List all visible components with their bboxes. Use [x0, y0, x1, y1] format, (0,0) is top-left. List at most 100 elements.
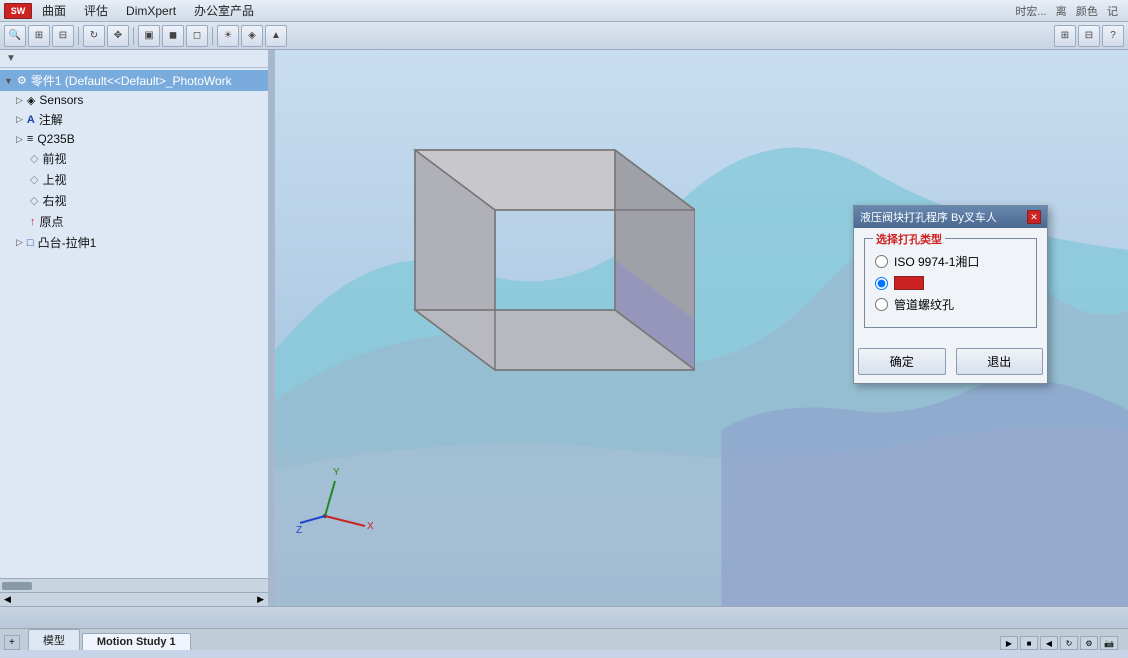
dialog-body: 选择打孔类型 ISO 9974-1湘口 管道螺纹孔 [854, 228, 1047, 348]
radio-input-3[interactable] [875, 298, 888, 311]
boss-icon: □ [27, 237, 34, 249]
front-label: 前视 [42, 150, 66, 167]
sidebar-nav-row: ◀ ▶ [0, 592, 268, 606]
filter-icon: ▼ [6, 53, 16, 64]
tab-motion1[interactable]: Motion Study 1 [82, 633, 191, 650]
expand-boss[interactable]: ▷ [16, 237, 23, 248]
appearance-btn[interactable]: ◈ [241, 25, 263, 47]
origin-icon: ↑ [30, 216, 36, 228]
viewport[interactable]: X Y Z 液压阀块打孔程序 By叉车人 ✕ 选择打孔类型 [275, 50, 1128, 606]
radio-label-1: ISO 9974-1湘口 [894, 253, 979, 270]
collapse-btn[interactable]: ⊟ [1078, 25, 1100, 47]
tree-item-origin[interactable]: ↑ 原点 [0, 211, 268, 232]
light-btn[interactable]: ☀ [217, 25, 239, 47]
tree-item-right[interactable]: ◇ 右视 [0, 190, 268, 211]
hscroll-thumb[interactable] [2, 582, 32, 590]
material-icon: ≡ [27, 133, 33, 145]
radio-label-3: 管道螺纹孔 [894, 296, 954, 313]
main-area: ▼ ▼ ⚙ 零件1 (Default<<Default>_PhotoWork ▷… [0, 50, 1128, 606]
sidebar-filter: ▼ [0, 50, 268, 68]
annotations-icon: A [27, 114, 35, 126]
loop-btn[interactable]: ↻ [1060, 636, 1078, 650]
settings-btn[interactable]: ⚙ [1080, 636, 1098, 650]
expand-btn[interactable]: ⊞ [1054, 25, 1076, 47]
radio-input-1[interactable] [875, 255, 888, 268]
sidebar-scroll-left[interactable]: ◀ [4, 594, 11, 605]
dialog-buttons: 确定 退出 [854, 348, 1047, 383]
sep3 [212, 27, 213, 45]
tree-item-part1[interactable]: ▼ ⚙ 零件1 (Default<<Default>_PhotoWork [0, 70, 268, 91]
svg-text:Y: Y [333, 467, 340, 478]
svg-text:X: X [367, 521, 374, 532]
sidebar: ▼ ▼ ⚙ 零件1 (Default<<Default>_PhotoWork ▷… [0, 50, 270, 606]
svg-text:Z: Z [296, 525, 302, 536]
render-btn[interactable]: ▲ [265, 25, 287, 47]
origin-label: 原点 [40, 213, 64, 230]
stop-btn[interactable]: ■ [1020, 636, 1038, 650]
menu-bar: SW 曲面 评估 DimXpert 办公室产品 时宏... 离 颜色 记 [0, 0, 1128, 22]
play-btn[interactable]: ▶ [1000, 636, 1018, 650]
tree-item-front[interactable]: ◇ 前视 [0, 148, 268, 169]
pan-btn[interactable]: ✥ [107, 25, 129, 47]
expand-material[interactable]: ▷ [16, 134, 23, 145]
expand-sensors[interactable]: ▷ [16, 95, 23, 106]
dialog-group-title: 选择打孔类型 [873, 231, 945, 247]
tree-item-boss[interactable]: ▷ □ 凸台-拉伸1 [0, 232, 268, 253]
viewport-bg: X Y Z 液压阀块打孔程序 By叉车人 ✕ 选择打孔类型 [275, 50, 1128, 606]
section-btn[interactable]: ▣ [138, 25, 160, 47]
top-label: 上视 [42, 171, 66, 188]
radio-option-2[interactable] [875, 276, 1026, 290]
confirm-button[interactable]: 确定 [858, 348, 946, 375]
sensors-label: Sensors [39, 93, 83, 107]
3d-box [335, 90, 695, 400]
material-label: Q235B [37, 132, 74, 146]
selected-indicator [894, 276, 924, 290]
tab-model[interactable]: 模型 [28, 629, 80, 650]
tree-item-material[interactable]: ▷ ≡ Q235B [0, 130, 268, 148]
sidebar-hscroll[interactable] [0, 578, 268, 592]
dialog-options-group: 选择打孔类型 ISO 9974-1湘口 管道螺纹孔 [864, 238, 1037, 328]
bottom-tab-controls: + [4, 635, 28, 650]
sep2 [133, 27, 134, 45]
radio-option-1[interactable]: ISO 9974-1湘口 [875, 253, 1026, 270]
rotate-btn[interactable]: ↻ [83, 25, 105, 47]
sidebar-scroll-right[interactable]: ▶ [257, 594, 264, 605]
playback-controls: ▶ ■ ◀ ↻ ⚙ 📷 [994, 636, 1124, 650]
menu-evaluate[interactable]: 评估 [76, 0, 116, 21]
dialog-titlebar: 液压阀块打孔程序 By叉车人 ✕ [854, 206, 1047, 228]
sidebar-tree: ▼ ⚙ 零件1 (Default<<Default>_PhotoWork ▷ ◈… [0, 68, 268, 255]
bottom-add-btn[interactable]: + [4, 635, 20, 650]
display-btn[interactable]: ◼ [162, 25, 184, 47]
status-bar [0, 606, 1128, 628]
camera-btn[interactable]: 📷 [1100, 636, 1118, 650]
boss-label: 凸台-拉伸1 [38, 234, 97, 251]
dialog: 液压阀块打孔程序 By叉车人 ✕ 选择打孔类型 ISO 9974-1湘口 [853, 205, 1048, 384]
right-icon: ◇ [30, 194, 38, 207]
right-label: 右视 [42, 192, 66, 209]
rewind-btn[interactable]: ◀ [1040, 636, 1058, 650]
dialog-close-button[interactable]: ✕ [1027, 210, 1041, 224]
toolbar: 🔍 ⊞ ⊟ ↻ ✥ ▣ ◼ ◻ ☀ ◈ ▲ ⊞ ⊟ ? [0, 22, 1128, 50]
radio-input-2[interactable] [875, 277, 888, 290]
zoom-box-btn[interactable]: ⊟ [52, 25, 74, 47]
bottom-tabs: + 模型 Motion Study 1 ▶ ■ ◀ ↻ ⚙ 📷 [0, 628, 1128, 650]
display2-btn[interactable]: ◻ [186, 25, 208, 47]
menu-surface[interactable]: 曲面 [34, 0, 74, 21]
radio-option-3[interactable]: 管道螺纹孔 [875, 296, 1026, 313]
tree-item-annotations[interactable]: ▷ A 注解 [0, 109, 268, 130]
menu-dimxpert[interactable]: DimXpert [118, 2, 184, 20]
cancel-button[interactable]: 退出 [956, 348, 1044, 375]
help-btn[interactable]: ? [1102, 25, 1124, 47]
expand-annotations[interactable]: ▷ [16, 114, 23, 125]
menu-office[interactable]: 办公室产品 [186, 0, 262, 21]
dialog-title: 液压阀块打孔程序 By叉车人 [860, 209, 997, 225]
tree-item-sensors[interactable]: ▷ ◈ Sensors [0, 91, 268, 109]
tree-item-top[interactable]: ◇ 上视 [0, 169, 268, 190]
top-icon: ◇ [30, 173, 38, 186]
zoom-fit-btn[interactable]: ⊞ [28, 25, 50, 47]
app-logo[interactable]: SW [4, 3, 32, 19]
part1-label: 零件1 (Default<<Default>_PhotoWork [31, 72, 232, 89]
title-bar-text: 时宏... 离 颜色 记 [1015, 3, 1124, 19]
zoom-in-btn[interactable]: 🔍 [4, 25, 26, 47]
expand-part1[interactable]: ▼ [4, 76, 13, 86]
